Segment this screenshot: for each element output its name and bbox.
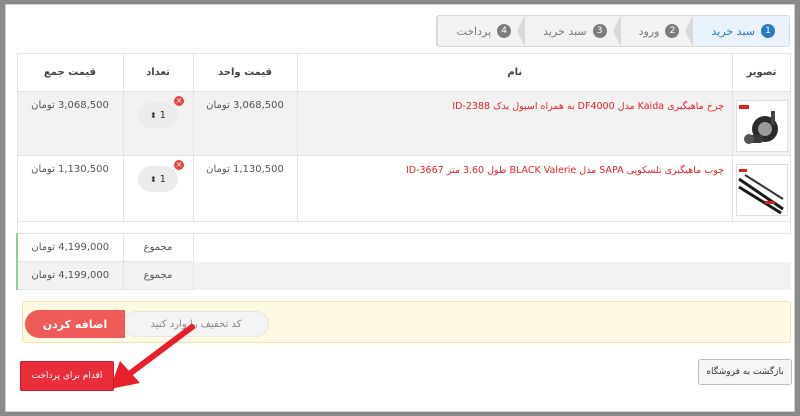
remove-item-icon[interactable]: × [174,96,184,106]
cart-table: تصویر نام قیمت واحد تعداد قیمت جمع چرخ م… [16,53,791,290]
sum-value: 4,199,000 تومان [16,261,124,290]
unit-price: 3,068,500 تومان [192,91,298,156]
step-label: سبد خرید [543,24,587,38]
step-label: ورود [638,24,660,38]
sum-row: مجموع 4,199,000 تومان [16,261,791,290]
product-link[interactable]: چرخ ماهیگیری Kaida مدل DF4000 به همراه ا… [452,101,724,112]
sum-label: مجموع [122,233,194,262]
product-name-cell: چوب ماهیگیری تلسکوپی SAPA مدل BLACK Vale… [296,155,733,222]
annotation-arrow-icon [110,324,195,389]
step-payment[interactable]: 4 پرداخت [437,16,525,46]
quantity-value: 1 [159,173,167,185]
cart-page: 1 سبد خرید 2 ورود 3 سبد خرید 4 پرداخت تص… [5,4,795,412]
qty-cell: ⬍ 1 × [122,91,194,156]
header-unit-price: قیمت واحد [192,53,298,92]
sum-row: مجموع 4,199,000 تومان [16,233,791,262]
table-spacer [16,221,791,234]
product-image-rod[interactable] [735,164,788,216]
product-image-cell [732,91,791,156]
row-total: 1,130,500 تومان [16,155,124,222]
step-label: سبد خرید [711,24,755,38]
product-name-cell: چرخ ماهیگیری Kaida مدل DF4000 به همراه ا… [296,91,733,156]
stepper-arrows-icon[interactable]: ⬍ [150,111,157,120]
remove-item-icon[interactable]: × [174,160,184,170]
step-cart[interactable]: 1 سبد خرید [685,16,789,46]
header-name: نام [296,53,733,92]
header-image: تصویر [732,53,791,92]
product-image-cell [732,155,791,222]
qty-cell: ⬍ 1 × [122,155,194,222]
quantity-value: 1 [159,109,167,121]
row-total: 3,068,500 تومان [16,91,124,156]
quantity-stepper[interactable]: ⬍ 1 × [138,160,184,192]
step-label: پرداخت [456,24,492,38]
step-number: 3 [592,24,607,38]
step-number: 2 [665,24,680,38]
sum-value: 4,199,000 تومان [16,233,124,262]
step-number: 4 [497,24,512,38]
table-row: چرخ ماهیگیری Kaida مدل DF4000 به همراه ا… [16,91,791,156]
product-link[interactable]: چوب ماهیگیری تلسکوپی SAPA مدل BLACK Vale… [406,165,724,176]
header-qty: تعداد [122,53,194,92]
proceed-to-payment-button[interactable]: اقدام برای پرداخت [20,361,114,391]
quantity-stepper[interactable]: ⬍ 1 × [138,96,184,128]
table-row: چوب ماهیگیری تلسکوپی SAPA مدل BLACK Vale… [16,155,791,222]
sum-label: مجموع [122,261,194,290]
step-number: 1 [761,24,775,38]
back-to-shop-button[interactable]: بازگشت به فروشگاه [698,359,792,385]
unit-price: 1,130,500 تومان [192,155,298,222]
stepper-arrows-icon[interactable]: ⬍ [150,175,157,184]
product-image-reel[interactable] [735,100,788,152]
header-total: قیمت جمع [16,53,124,92]
step-cart-review[interactable]: 3 سبد خرید [517,16,621,46]
step-login[interactable]: 2 ورود [612,16,694,46]
checkout-steps: 1 سبد خرید 2 ورود 3 سبد خرید 4 پرداخت [436,15,790,47]
